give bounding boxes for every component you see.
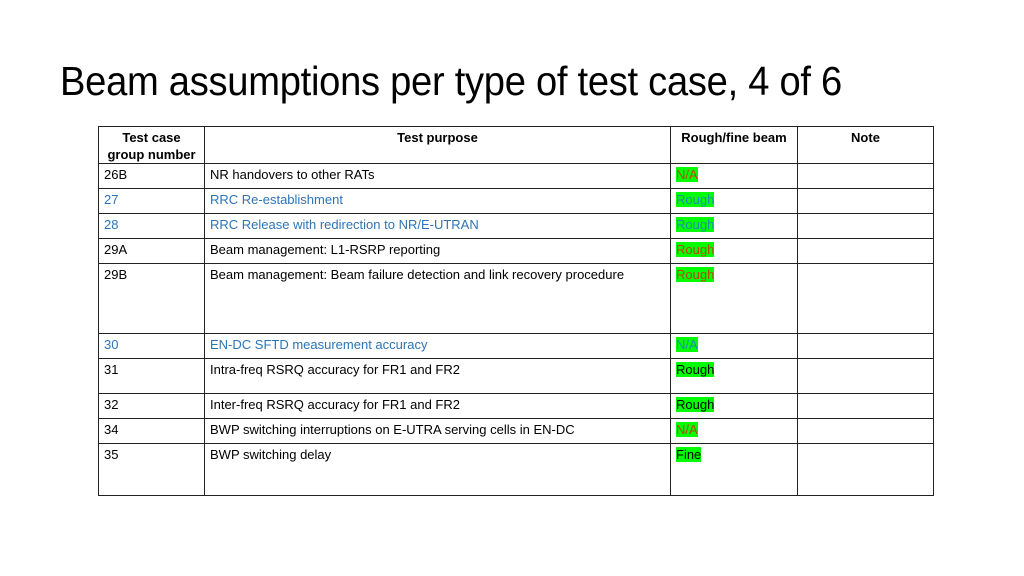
group-cell: 34: [98, 418, 205, 444]
purpose-cell: RRC Re-establishment: [204, 188, 671, 214]
slide-title: Beam assumptions per type of test case, …: [60, 58, 842, 104]
table-row: 31 Intra-freq RSRQ accuracy for FR1 and …: [98, 358, 934, 394]
header-beam: Rough/fine beam: [670, 126, 798, 164]
header-group: Test case group number: [98, 126, 205, 164]
note-cell: [797, 163, 934, 189]
header-note: Note: [797, 126, 934, 164]
table-row: 32 Inter-freq RSRQ accuracy for FR1 and …: [98, 393, 934, 419]
purpose-cell: Intra-freq RSRQ accuracy for FR1 and FR2: [204, 358, 671, 394]
note-cell: [797, 443, 934, 496]
table-row: 35 BWP switching delay Fine: [98, 443, 934, 496]
beam-cell: Rough: [670, 213, 798, 239]
note-cell: [797, 393, 934, 419]
note-cell: [797, 358, 934, 394]
beam-value: N/A: [676, 167, 698, 182]
group-cell: 31: [98, 358, 205, 394]
purpose-cell: BWP switching interruptions on E-UTRA se…: [204, 418, 671, 444]
table-row: 26B NR handovers to other RATs N/A: [98, 163, 934, 189]
header-purpose: Test purpose: [204, 126, 671, 164]
purpose-cell: RRC Release with redirection to NR/E-UTR…: [204, 213, 671, 239]
beam-cell: Fine: [670, 443, 798, 496]
table-row: 27 RRC Re-establishment Rough: [98, 188, 934, 214]
group-cell: 27: [98, 188, 205, 214]
table-row: 30 EN-DC SFTD measurement accuracy N/A: [98, 333, 934, 359]
group-cell: 30: [98, 333, 205, 359]
table-row: 29A Beam management: L1-RSRP reporting R…: [98, 238, 934, 264]
beam-value: Rough: [676, 192, 715, 207]
group-cell: 32: [98, 393, 205, 419]
table-row: 29B Beam management: Beam failure detect…: [98, 263, 934, 334]
beam-assumptions-table: Test case group number Test purpose Roug…: [98, 126, 934, 496]
group-cell: 28: [98, 213, 205, 239]
purpose-cell: BWP switching delay: [204, 443, 671, 496]
beam-value: Fine: [676, 447, 702, 462]
table-header-row: Test case group number Test purpose Roug…: [98, 126, 934, 164]
table-row: 34 BWP switching interruptions on E-UTRA…: [98, 418, 934, 444]
beam-value: Rough: [676, 242, 715, 257]
table-row: 28 RRC Release with redirection to NR/E-…: [98, 213, 934, 239]
beam-cell: N/A: [670, 333, 798, 359]
beam-cell: N/A: [670, 163, 798, 189]
note-cell: [797, 213, 934, 239]
purpose-cell: NR handovers to other RATs: [204, 163, 671, 189]
beam-cell: Rough: [670, 188, 798, 214]
beam-cell: Rough: [670, 238, 798, 264]
beam-value: N/A: [676, 422, 698, 437]
purpose-cell: Beam management: L1-RSRP reporting: [204, 238, 671, 264]
note-cell: [797, 333, 934, 359]
group-cell: 35: [98, 443, 205, 496]
beam-value: N/A: [676, 337, 698, 352]
beam-value: Rough: [676, 217, 715, 232]
beam-cell: Rough: [670, 393, 798, 419]
purpose-cell: Beam management: Beam failure detection …: [204, 263, 671, 334]
purpose-cell: EN-DC SFTD measurement accuracy: [204, 333, 671, 359]
beam-cell: N/A: [670, 418, 798, 444]
beam-cell: Rough: [670, 263, 798, 334]
group-cell: 26B: [98, 163, 205, 189]
group-cell: 29A: [98, 238, 205, 264]
note-cell: [797, 188, 934, 214]
beam-value: Rough: [676, 362, 715, 377]
note-cell: [797, 418, 934, 444]
note-cell: [797, 238, 934, 264]
note-cell: [797, 263, 934, 334]
beam-value: Rough: [676, 267, 715, 282]
beam-value: Rough: [676, 397, 715, 412]
purpose-cell: Inter-freq RSRQ accuracy for FR1 and FR2: [204, 393, 671, 419]
group-cell: 29B: [98, 263, 205, 334]
beam-cell: Rough: [670, 358, 798, 394]
